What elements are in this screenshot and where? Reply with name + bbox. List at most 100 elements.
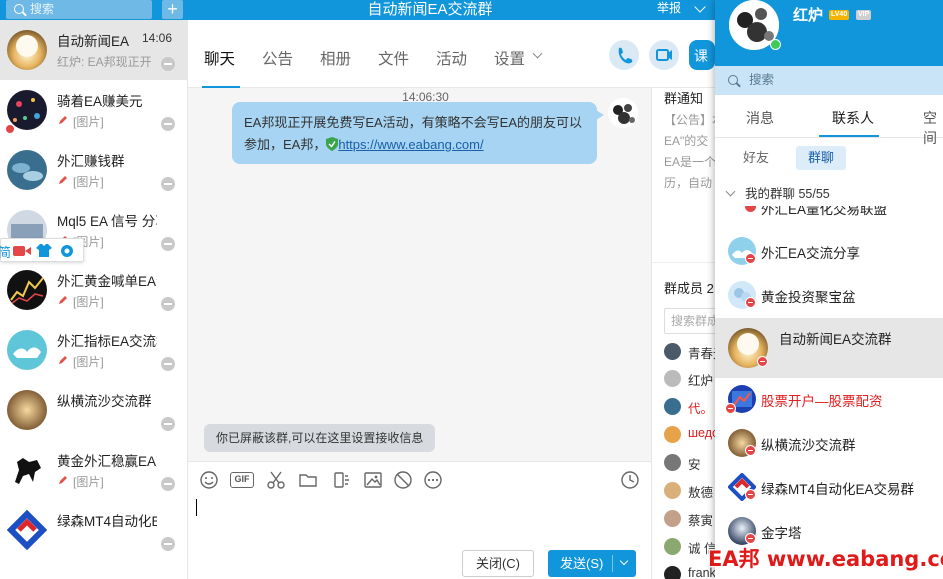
- group-row[interactable]: 绿森MT4自动化EA交易群: [715, 466, 943, 510]
- scissors-icon[interactable]: [266, 470, 286, 490]
- video-call-button[interactable]: [649, 40, 679, 70]
- close-button[interactable]: 关闭(C): [462, 550, 534, 577]
- preview-text: [图片]: [73, 475, 104, 489]
- tab-notice[interactable]: 公告: [262, 47, 293, 69]
- level-badge: LV40: [829, 10, 850, 20]
- conversation-name: 外汇赚钱群: [57, 154, 125, 169]
- group-name: 外汇EA交流分享: [761, 246, 861, 261]
- add-button[interactable]: +: [162, 0, 183, 19]
- input-area[interactable]: GIF 关闭(C) 发送(S): [188, 461, 651, 579]
- folder-icon[interactable]: [298, 470, 318, 490]
- notice-text[interactable]: 【公告】本 EA"的交 EA是一个 历，自动: [664, 110, 721, 194]
- member-avatar: [664, 566, 681, 579]
- video-icon[interactable]: [13, 245, 31, 257]
- gear-icon[interactable]: [59, 243, 75, 259]
- mute-icon: [161, 237, 175, 251]
- message-bubble[interactable]: EA邦现正开展免费写EA活动，有策略不会写EA的朋友可以参加，EA邦， https…: [232, 102, 604, 164]
- member-row[interactable]: 代。: [664, 393, 721, 419]
- class-button[interactable]: 课: [689, 40, 715, 70]
- message-link[interactable]: https://www.eabang.com/: [338, 137, 483, 152]
- vip-badge: VIP: [856, 10, 872, 20]
- group-row[interactable]: 外汇EA量化交易联盟: [715, 206, 943, 220]
- contacts-subtab-bar: 好友 群聊: [715, 138, 943, 178]
- pen-icon: [59, 176, 67, 184]
- search-icon: [728, 75, 738, 85]
- shield-icon: [326, 137, 339, 151]
- blocked-tip[interactable]: 你已屏蔽该群,可以在这里设置接收信息: [204, 424, 436, 452]
- more-icon[interactable]: [423, 470, 443, 490]
- member-name: 代。: [688, 402, 714, 416]
- group-avatar: [7, 150, 47, 190]
- tab-files[interactable]: 文件: [378, 47, 409, 69]
- tab-messages[interactable]: 消息: [746, 108, 774, 128]
- subtab-friends[interactable]: 好友: [731, 146, 781, 170]
- mute-icon: [161, 57, 175, 71]
- group-row[interactable]: 外汇EA交流分享: [715, 230, 943, 274]
- member-row[interactable]: 敖德: [664, 477, 721, 503]
- conversation-name: 纵横流沙交流群: [57, 394, 152, 409]
- gif-icon[interactable]: GIF: [230, 472, 254, 488]
- conversation-item[interactable]: 纵横流沙交流群: [0, 380, 187, 440]
- conversation-item[interactable]: 外汇黄金喊单EA分 [图片]: [0, 260, 187, 320]
- conversation-preview: [图片]: [57, 473, 152, 490]
- pen-icon: [59, 476, 67, 484]
- history-clock-icon[interactable]: [620, 470, 640, 490]
- group-row[interactable]: 自动新闻EA交流群: [715, 318, 943, 378]
- member-row[interactable]: 蔡寅: [664, 505, 721, 531]
- report-link[interactable]: 举报: [657, 0, 681, 17]
- shirt-icon[interactable]: [36, 243, 52, 258]
- group-avatar: [7, 450, 47, 490]
- floating-toolbar: 简: [0, 238, 84, 262]
- members-title: 群成员 2: [664, 281, 714, 296]
- conversation-preview: [图片]: [57, 173, 152, 190]
- toolbar-label[interactable]: 简: [0, 242, 11, 261]
- tab-chat[interactable]: 聊天: [204, 47, 235, 69]
- online-status-icon[interactable]: [770, 39, 781, 50]
- emoji-icon[interactable]: [199, 470, 219, 490]
- subtab-groups[interactable]: 群聊: [796, 146, 847, 170]
- sender-avatar[interactable]: [608, 98, 638, 128]
- block-icon[interactable]: [393, 470, 413, 490]
- search-input[interactable]: 搜索: [6, 0, 152, 19]
- member-avatar: [664, 510, 681, 527]
- notice-line: 【公告】本: [664, 113, 721, 127]
- conversation-item[interactable]: 绿森MT4自动化EA: [0, 500, 187, 560]
- tab-settings[interactable]: 设置: [494, 47, 525, 69]
- shake-icon[interactable]: [331, 470, 351, 490]
- group-name: 黄金投资聚宝盆: [761, 290, 856, 305]
- chevron-down-icon[interactable]: [694, 1, 706, 13]
- member-row[interactable]: 青春无: [664, 338, 721, 364]
- search-icon: [14, 4, 24, 14]
- member-row[interactable]: 红炉: [664, 365, 721, 391]
- conversation-item[interactable]: 骑着EA赚美元 [图片]: [0, 80, 187, 140]
- tab-album[interactable]: 相册: [320, 47, 351, 69]
- member-avatar: [664, 538, 681, 555]
- chevron-down-icon[interactable]: [532, 48, 543, 59]
- send-button[interactable]: 发送(S): [548, 550, 636, 577]
- member-search-input[interactable]: 搜索群成: [664, 308, 721, 334]
- voice-call-button[interactable]: [609, 40, 639, 70]
- conversation-item[interactable]: 外汇指标EA交流群 [图片]: [0, 320, 187, 380]
- tab-activity[interactable]: 活动: [436, 47, 467, 69]
- contact-search-input[interactable]: 搜索: [715, 66, 943, 95]
- chevron-down-icon[interactable]: [619, 556, 629, 566]
- group-avatar: [7, 390, 47, 430]
- tab-contacts[interactable]: 联系人: [832, 108, 874, 128]
- conversation-name: 绿森MT4自动化EA: [57, 514, 157, 529]
- member-row[interactable]: 安: [664, 449, 721, 475]
- block-badge-icon: [745, 297, 756, 308]
- group-section-header[interactable]: 我的群聊 55/55: [715, 182, 943, 206]
- image-icon[interactable]: [363, 470, 383, 490]
- member-row[interactable]: шедо: [664, 421, 721, 447]
- group-avatar: [7, 270, 47, 310]
- group-row[interactable]: 纵横流沙交流群: [715, 422, 943, 466]
- conversation-item[interactable]: 外汇赚钱群 [图片]: [0, 140, 187, 200]
- notice-line: EA"的交: [664, 134, 709, 148]
- conversation-item[interactable]: 黄金外汇稳赢EA交 [图片]: [0, 440, 187, 500]
- member-name: 安: [688, 458, 701, 472]
- group-row[interactable]: 股票开户—股票配资: [715, 378, 943, 422]
- group-row[interactable]: 黄金投资聚宝盆: [715, 274, 943, 318]
- contacts-panel: 红炉 LV40 VIP 搜索 消息 联系人 空间 好友 群聊 我的群聊 55/5…: [715, 0, 943, 579]
- preview-text: [图片]: [73, 175, 104, 189]
- conversation-item[interactable]: 自动新闻EA 14:06 红炉: EA邦现正开: [0, 20, 187, 80]
